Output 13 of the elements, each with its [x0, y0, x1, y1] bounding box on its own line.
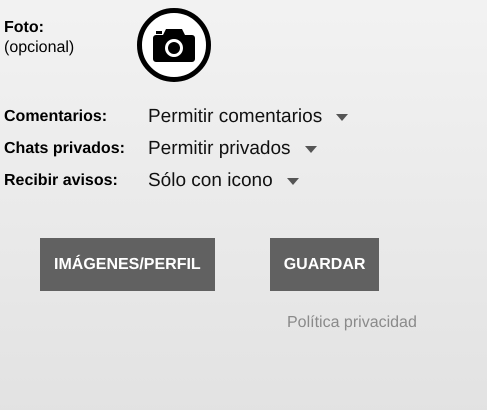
action-button[interactable]: GUARDAR — [270, 238, 380, 291]
setting-dropdown[interactable]: Permitir comentarios — [148, 102, 348, 132]
caret-icon — [286, 178, 299, 184]
setting-label: Chats privados: — [4, 139, 126, 159]
photo-label: Foto: — [4, 18, 44, 38]
setting-label: Recibir avisos: — [4, 171, 119, 191]
caret-icon — [304, 146, 317, 152]
setting-label: Comentarios: — [4, 107, 108, 127]
setting-dropdown[interactable]: Permitir privados — [148, 134, 317, 164]
caret-icon — [336, 114, 348, 120]
action-button[interactable]: IMÁGENES/PERFIL — [40, 238, 215, 291]
setting-dropdown[interactable]: Sólo con icono — [148, 166, 299, 196]
photo-hint: (opcional) — [4, 38, 74, 58]
